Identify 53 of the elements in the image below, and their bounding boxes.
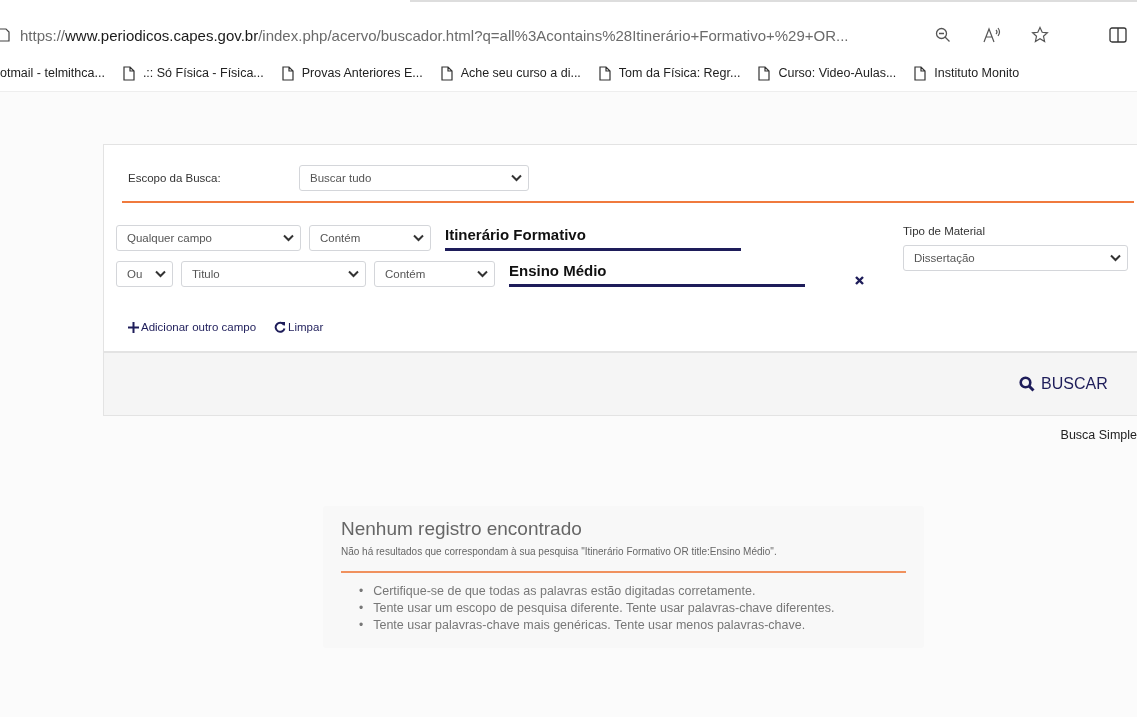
chevron-icon — [477, 270, 488, 278]
search-button[interactable]: BUSCAR — [1017, 373, 1110, 395]
scope-label: Escopo da Busca: — [128, 172, 222, 184]
page-icon — [440, 65, 453, 81]
page-icon — [0, 28, 10, 42]
chevron-icon — [1110, 254, 1121, 262]
chevron-icon — [155, 270, 166, 278]
bullet: • — [359, 600, 364, 617]
simple-search-link[interactable]: Busca Simple — [1060, 428, 1137, 442]
bookmark[interactable]: Curso: Video-Aulas... — [758, 65, 897, 81]
bookmark[interactable]: .:: Só Física - Física... — [122, 65, 264, 81]
operator-select[interactable]: Ou — [116, 261, 173, 287]
star-icon[interactable] — [1031, 26, 1049, 44]
close-icon[interactable] — [855, 275, 864, 285]
match-select[interactable]: Contém — [309, 225, 431, 251]
scope-select[interactable]: Buscar tudo — [299, 165, 529, 191]
read-aloud-icon[interactable] — [983, 27, 1001, 43]
page-icon — [914, 65, 927, 81]
page-icon — [598, 65, 611, 81]
material-select[interactable]: Dissertação — [903, 245, 1128, 271]
bullet: • — [359, 617, 364, 634]
tip-text: Tente usar palavras-chave mais genéricas. Tente usar menos palavras-chave. — [373, 617, 806, 634]
chevron-icon — [348, 270, 359, 278]
material-label: Tipo de Material — [903, 225, 987, 237]
search-icon — [1019, 376, 1035, 392]
field-select[interactable]: Qualquer campo — [116, 225, 301, 251]
add-field-link[interactable]: Adicionar outro campo — [128, 321, 257, 333]
results-message: Não há resultados que correspondam à sua pesquisa "Itinerário Formativo OR title:Ensino Médio". — [341, 546, 906, 573]
bookmark[interactable]: Ache seu curso a di... — [440, 65, 581, 81]
chevron-icon — [283, 234, 294, 242]
chevron-icon — [413, 234, 424, 242]
refresh-icon — [274, 321, 287, 333]
results-title: Nenhum registro encontrado — [341, 518, 583, 540]
page-icon — [122, 65, 135, 81]
url-text: https://www.periodicos.capes.gov.br/index.php/acervo/buscador.html?q=all%3Acontains%28Itinerário+Formativo+%29+OR... — [20, 26, 850, 44]
plus-icon — [128, 321, 139, 333]
bullet: • — [359, 583, 364, 600]
page-icon — [758, 65, 771, 81]
split-screen-icon[interactable] — [1109, 27, 1127, 43]
zoom-out-icon[interactable] — [935, 27, 951, 43]
tip-text: Tente usar um escopo de pesquisa diferente. Tente usar palavras-chave diferentes. — [373, 600, 835, 617]
bookmark[interactable]: otmail - telmithca... — [0, 66, 105, 80]
bookmark[interactable]: Provas Anteriores E... — [281, 65, 423, 81]
page-icon — [281, 65, 294, 81]
search-term-field[interactable]: Ensino Médio — [509, 261, 805, 287]
chevron-icon — [511, 174, 522, 182]
bookmark[interactable]: Instituto Monito — [914, 65, 1020, 81]
bookmark[interactable]: Tom da Física: Regr... — [598, 65, 741, 81]
field-select[interactable]: Titulo — [181, 261, 366, 287]
tip-text: Certifique-se de que todas as palavras estão digitadas corretamente. — [373, 583, 756, 600]
match-select[interactable]: Contém — [374, 261, 495, 287]
clear-link[interactable]: Limpar — [274, 321, 324, 333]
search-term-field[interactable]: Itinerário Formativo — [445, 225, 741, 251]
